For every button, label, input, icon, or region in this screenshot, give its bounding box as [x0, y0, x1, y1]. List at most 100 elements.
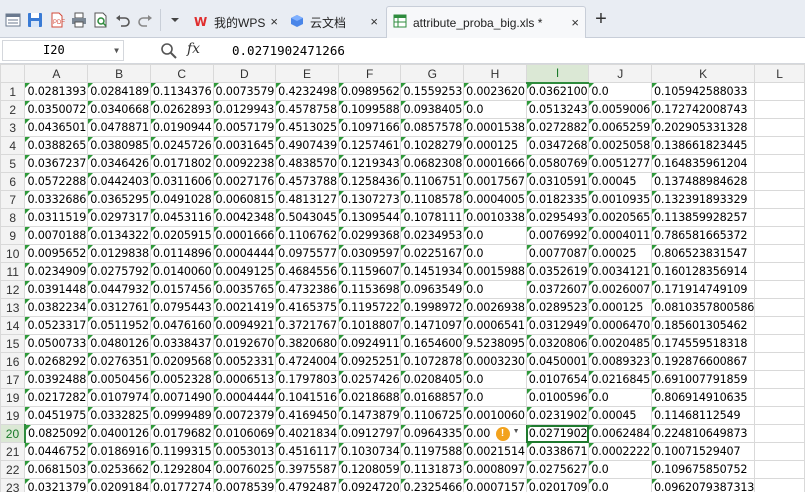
cell-l-4[interactable]: [754, 136, 805, 155]
cell-k-9[interactable]: 0.786581665372: [651, 226, 756, 245]
row-header[interactable]: 16: [0, 352, 26, 371]
cell-g-18[interactable]: 0.0168857: [400, 388, 465, 407]
column-header-g[interactable]: G: [400, 64, 465, 83]
cell-f-4[interactable]: 0.1257461: [337, 136, 402, 155]
cell-j-20[interactable]: 0.0062484: [588, 424, 653, 443]
cell-k-20[interactable]: 0.224810649873: [651, 424, 756, 443]
cell-j-7[interactable]: 0.0010935: [588, 190, 653, 209]
cell-d-8[interactable]: 0.0042348: [212, 208, 277, 227]
cell-h-6[interactable]: 0.0017567: [463, 172, 527, 191]
cell-i-3[interactable]: 0.0272882: [525, 118, 590, 137]
cell-l-9[interactable]: [754, 226, 805, 245]
cell-f-1[interactable]: 0.0989562: [337, 82, 402, 101]
cell-i-12[interactable]: 0.0372607: [525, 280, 590, 299]
cell-d-2[interactable]: 0.0129943: [212, 100, 277, 119]
column-header-e[interactable]: E: [275, 64, 339, 83]
cell-c-3[interactable]: 0.0190944: [149, 118, 214, 137]
cell-f-3[interactable]: 0.1097166: [337, 118, 402, 137]
row-header[interactable]: 19: [0, 388, 26, 407]
cell-b-15[interactable]: 0.0480126: [87, 334, 151, 353]
cell-h-9[interactable]: 0.0: [463, 226, 527, 245]
cell-g-8[interactable]: 0.1078111: [400, 208, 465, 227]
cell-e-22[interactable]: 0.3975587: [275, 460, 339, 479]
cell-j-4[interactable]: 0.0025058: [588, 136, 653, 155]
cell-g-23[interactable]: 0.2325466: [400, 478, 465, 492]
cell-k-5[interactable]: 0.164835961204: [651, 154, 756, 173]
cell-a-4[interactable]: 0.0388265: [24, 136, 89, 155]
tab-cloud-docs[interactable]: 云文档 ×: [284, 6, 384, 38]
cell-k-8[interactable]: 0.113859928257: [651, 208, 756, 227]
cell-k-18[interactable]: 0.806914910635: [651, 388, 756, 407]
cell-i-9[interactable]: 0.0076992: [525, 226, 590, 245]
cell-i-6[interactable]: 0.0310591: [525, 172, 590, 191]
cell-d-17[interactable]: 0.0006513: [212, 370, 277, 389]
cell-k-2[interactable]: 0.172742008743: [651, 100, 756, 119]
row-header[interactable]: 17: [0, 370, 26, 389]
cell-b-14[interactable]: 0.0511952: [87, 316, 151, 335]
cell-c-16[interactable]: 0.0209568: [149, 352, 214, 371]
row-header[interactable]: 1: [0, 82, 26, 101]
cell-b-12[interactable]: 0.0447932: [87, 280, 151, 299]
cell-d-15[interactable]: 0.0192670: [212, 334, 277, 353]
cell-k-15[interactable]: 0.174559518318: [651, 334, 756, 353]
cell-c-11[interactable]: 0.0140060: [149, 262, 214, 281]
cell-i-18[interactable]: 0.0100596: [525, 388, 590, 407]
row-header[interactable]: 11: [0, 262, 26, 281]
cell-j-8[interactable]: 0.0020565: [588, 208, 653, 227]
cell-d-3[interactable]: 0.0057179: [212, 118, 277, 137]
chevron-down-icon[interactable]: ▼: [114, 41, 119, 60]
cell-f-16[interactable]: 0.0925251: [337, 352, 402, 371]
cell-l-2[interactable]: [754, 100, 805, 119]
cell-a-13[interactable]: 0.0382234: [24, 298, 89, 317]
cell-e-4[interactable]: 0.4907439: [275, 136, 339, 155]
cell-d-7[interactable]: 0.0060815: [212, 190, 277, 209]
column-header-j[interactable]: J: [588, 64, 653, 83]
cell-e-18[interactable]: 0.1041516: [275, 388, 339, 407]
row-header[interactable]: 22: [0, 460, 26, 479]
cell-c-22[interactable]: 0.1292804: [149, 460, 214, 479]
cell-l-16[interactable]: [754, 352, 805, 371]
chevron-down-icon[interactable]: ▼: [513, 428, 520, 435]
cell-c-2[interactable]: 0.0262893: [149, 100, 214, 119]
cell-k-13[interactable]: 0.0810357800586: [651, 298, 756, 317]
cell-k-17[interactable]: 0.691007791859: [651, 370, 756, 389]
cell-c-18[interactable]: 0.0071490: [149, 388, 214, 407]
cell-j-14[interactable]: 0.0006470: [588, 316, 653, 335]
cell-d-23[interactable]: 0.0078539: [212, 478, 277, 492]
cell-l-10[interactable]: [754, 244, 805, 263]
cell-d-19[interactable]: 0.0072379: [212, 406, 277, 425]
cell-i-13[interactable]: 0.0289523: [525, 298, 590, 317]
cell-l-19[interactable]: [754, 406, 805, 425]
cell-f-7[interactable]: 0.1307273: [337, 190, 402, 209]
cell-g-9[interactable]: 0.0234953: [400, 226, 465, 245]
cell-h-2[interactable]: 0.0: [463, 100, 527, 119]
cell-l-5[interactable]: [754, 154, 805, 173]
cell-d-6[interactable]: 0.0027176: [212, 172, 277, 191]
tab-attribute-proba-big[interactable]: attribute_proba_big.xls * ×: [386, 6, 586, 38]
cell-l-12[interactable]: [754, 280, 805, 299]
insert-function-icon[interactable]: fx: [187, 41, 200, 57]
column-header-l[interactable]: L: [754, 64, 805, 83]
cell-c-9[interactable]: 0.0205915: [149, 226, 214, 245]
cell-j-12[interactable]: 0.0026007: [588, 280, 653, 299]
cell-f-13[interactable]: 0.1195722: [337, 298, 402, 317]
cell-g-3[interactable]: 0.0857578: [400, 118, 465, 137]
cell-f-12[interactable]: 0.1153698: [337, 280, 402, 299]
cell-i-20[interactable]: 0.0271902: [525, 424, 590, 443]
cell-h-23[interactable]: 0.0007157: [463, 478, 527, 492]
row-header[interactable]: 5: [0, 154, 26, 173]
cell-k-3[interactable]: 0.202905331328: [651, 118, 756, 137]
row-header[interactable]: 3: [0, 118, 26, 137]
cell-d-5[interactable]: 0.0092238: [212, 154, 277, 173]
export-pdf-icon[interactable]: PDF: [48, 11, 66, 29]
cell-h-16[interactable]: 0.0003230: [463, 352, 527, 371]
cell-c-19[interactable]: 0.0999489: [149, 406, 214, 425]
cell-l-7[interactable]: [754, 190, 805, 209]
cell-g-14[interactable]: 0.1471097: [400, 316, 465, 335]
cell-a-7[interactable]: 0.0332686: [24, 190, 89, 209]
cell-e-20[interactable]: 0.4021834: [275, 424, 339, 443]
spreadsheet-grid[interactable]: ABCDEFGHIJKL 1 0.0281393 0.0284189 0.113437…: [0, 64, 805, 492]
row-header[interactable]: 15: [0, 334, 26, 353]
cell-g-13[interactable]: 0.1998972: [400, 298, 465, 317]
cell-i-21[interactable]: 0.0338671: [525, 442, 590, 461]
